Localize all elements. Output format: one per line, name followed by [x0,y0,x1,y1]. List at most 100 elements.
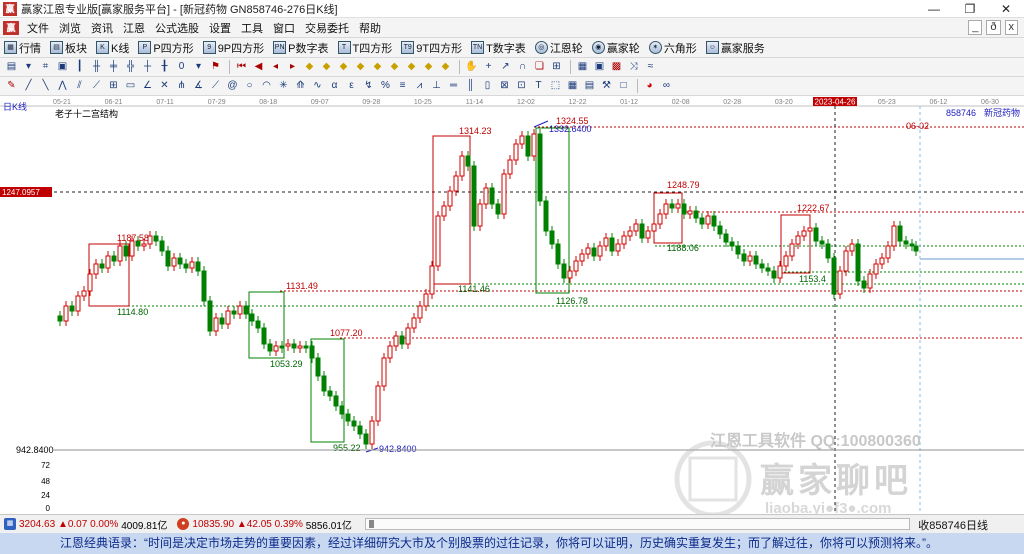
toolbar-gann-wheel-button[interactable]: ◎ 江恩轮 [534,40,583,56]
toolbar-hexagon-button[interactable]: ✶ 六角形 [648,40,697,56]
menu-tools[interactable]: 工具 [236,20,268,36]
magnet-icon[interactable]: ∩ [515,60,530,74]
fan-icon[interactable]: ⟋ [89,79,104,93]
text-icon[interactable]: T [531,79,546,93]
menu-file[interactable]: 文件 [22,20,54,36]
toolbar-t-number-button[interactable]: TN T数字表 [471,40,526,56]
infinity-icon[interactable]: ∞ [659,79,674,93]
menu-trade[interactable]: 交易委托 [300,20,354,36]
dropdown-icon[interactable]: ▾ [191,60,206,74]
close-button[interactable]: ✕ [988,0,1024,18]
candles-icon[interactable]: ╬ [123,60,138,74]
gift-icon[interactable]: ❏ [532,60,547,74]
diamond-5-icon[interactable]: ◆ [370,60,385,74]
color-icon[interactable]: ◕ [642,79,657,93]
prev-page-icon[interactable]: ◀ [251,60,266,74]
toolbar-sector-button[interactable]: ▤ 板块 [50,40,87,56]
next-icon[interactable]: ▸ [285,60,300,74]
circle-icon[interactable]: ○ [242,79,257,93]
ohlc-icon[interactable]: ╂ [157,60,172,74]
arc-icon[interactable]: ◠ [259,79,274,93]
diamond-4-icon[interactable]: ◆ [353,60,368,74]
fork-icon[interactable]: ⋔ [174,79,189,93]
toolbar-quote-button[interactable]: ▦ 行情 [4,40,41,56]
minimize-button[interactable]: — [916,0,952,18]
index-1-group[interactable]: ▦ 3204.63 ▲0.07 0.00% 4009.81亿 [0,517,167,532]
mdi-restore-button[interactable]: ð [986,20,1001,35]
square-icon[interactable]: □ [616,79,631,93]
menu-settings[interactable]: 设置 [204,20,236,36]
toolbar-p-square-button[interactable]: P P四方形 [138,40,194,56]
toolbar-service-button[interactable]: ☺ 赢家服务 [705,40,765,56]
arrow-icon[interactable]: ↗ [498,60,513,74]
menu-gann[interactable]: 江恩 [118,20,150,36]
diamond-8-icon[interactable]: ◆ [421,60,436,74]
bar-pair-icon[interactable]: ╪ [106,60,121,74]
zero-icon[interactable]: 0 [174,60,189,74]
toolbar-kline-button[interactable]: K K线 [96,40,129,56]
menu-info[interactable]: 资讯 [86,20,118,36]
zigzag-icon[interactable]: ⋀ [55,79,70,93]
transform-icon[interactable]: ⤨ [626,60,641,74]
vline-icon[interactable]: ║ [463,79,478,93]
prev-icon[interactable]: ◂ [268,60,283,74]
dash-line-icon[interactable]: ╲ [38,79,53,93]
layout-icon[interactable]: ▤ [4,60,19,74]
calc-icon[interactable]: ▦ [565,79,580,93]
diamond-9-icon[interactable]: ◆ [438,60,453,74]
menu-window[interactable]: 窗口 [268,20,300,36]
network-icon[interactable]: ⌗ [38,60,53,74]
horizontal-scrollbar[interactable] [365,518,910,530]
fib-icon[interactable]: ≡ [395,79,410,93]
delete-icon[interactable]: ▩ [609,60,624,74]
menu-browse[interactable]: 浏览 [54,20,86,36]
wifi-icon[interactable]: ≈ [643,60,658,74]
wave-icon[interactable]: ∿ [310,79,325,93]
tool-icon[interactable]: ⚒ [599,79,614,93]
ray-icon[interactable]: ⟋ [208,79,223,93]
kline-chart-svg[interactable]: 05-21 06-21 07-11 07-29 08-18 09-07 09-28 10-25… [0,96,1024,514]
box-icon[interactable]: ▭ [123,79,138,93]
toolbar-t-square-button[interactable]: T T四方形 [337,40,392,56]
table-icon[interactable]: ▤ [582,79,597,93]
angle-icon[interactable]: ∠ [140,79,155,93]
crosshair-icon[interactable]: + [481,60,496,74]
star-icon[interactable]: ✳ [276,79,291,93]
cross-icon[interactable]: ✕ [157,79,172,93]
percent-icon[interactable]: % [378,79,393,93]
toolbar-9p-square-button[interactable]: 9 9P四方形 [202,40,264,56]
index-2-group[interactable]: ● 10835.90 ▲42.05 0.39% 5856.01亿 [173,517,352,532]
ruler-icon[interactable]: ⊞ [549,60,564,74]
gannbox-icon[interactable]: ⊠ [497,79,512,93]
menu-help[interactable]: 帮助 [354,20,386,36]
candle-icon[interactable]: ┃ [72,60,87,74]
kline-chart[interactable]: 05-21 06-21 07-11 07-29 08-18 09-07 09-28 10-25… [0,96,1024,517]
grid-icon[interactable]: ⊞ [106,79,121,93]
cycle-icon[interactable]: ⊡ [514,79,529,93]
scrollbar-thumb[interactable] [369,520,374,528]
mdi-close-button[interactable]: x [1004,20,1018,35]
diamond-7-icon[interactable]: ◆ [404,60,419,74]
mdi-minimize-button[interactable]: _ [968,20,983,35]
sigma-icon[interactable]: ε [344,79,359,93]
doc-icon[interactable]: ▣ [55,60,70,74]
save-icon[interactable]: ▣ [592,60,607,74]
angle2-icon[interactable]: ∡ [191,79,206,93]
time-icon[interactable]: ⊥ [429,79,444,93]
maximize-button[interactable]: ❐ [952,0,988,18]
trend-icon[interactable]: ⟰ [293,79,308,93]
diamond-6-icon[interactable]: ◆ [387,60,402,74]
hline-icon[interactable]: ═ [446,79,461,93]
flag-icon[interactable]: ⚑ [208,60,223,74]
bolt-icon[interactable]: ↯ [361,79,376,93]
line-icon[interactable]: ╱ [21,79,36,93]
spiral-icon[interactable]: @ [225,79,240,93]
first-icon[interactable]: ⏮ [234,60,249,74]
alpha-icon[interactable]: α [327,79,342,93]
rect-icon[interactable]: ▯ [480,79,495,93]
toolbar-p-number-button[interactable]: PN P数字表 [273,40,329,56]
chevron-down-icon[interactable]: ▾ [21,60,36,74]
candle-pair-icon[interactable]: ╫ [89,60,104,74]
diamond-2-icon[interactable]: ◆ [319,60,334,74]
cube-icon[interactable]: ⬚ [548,79,563,93]
